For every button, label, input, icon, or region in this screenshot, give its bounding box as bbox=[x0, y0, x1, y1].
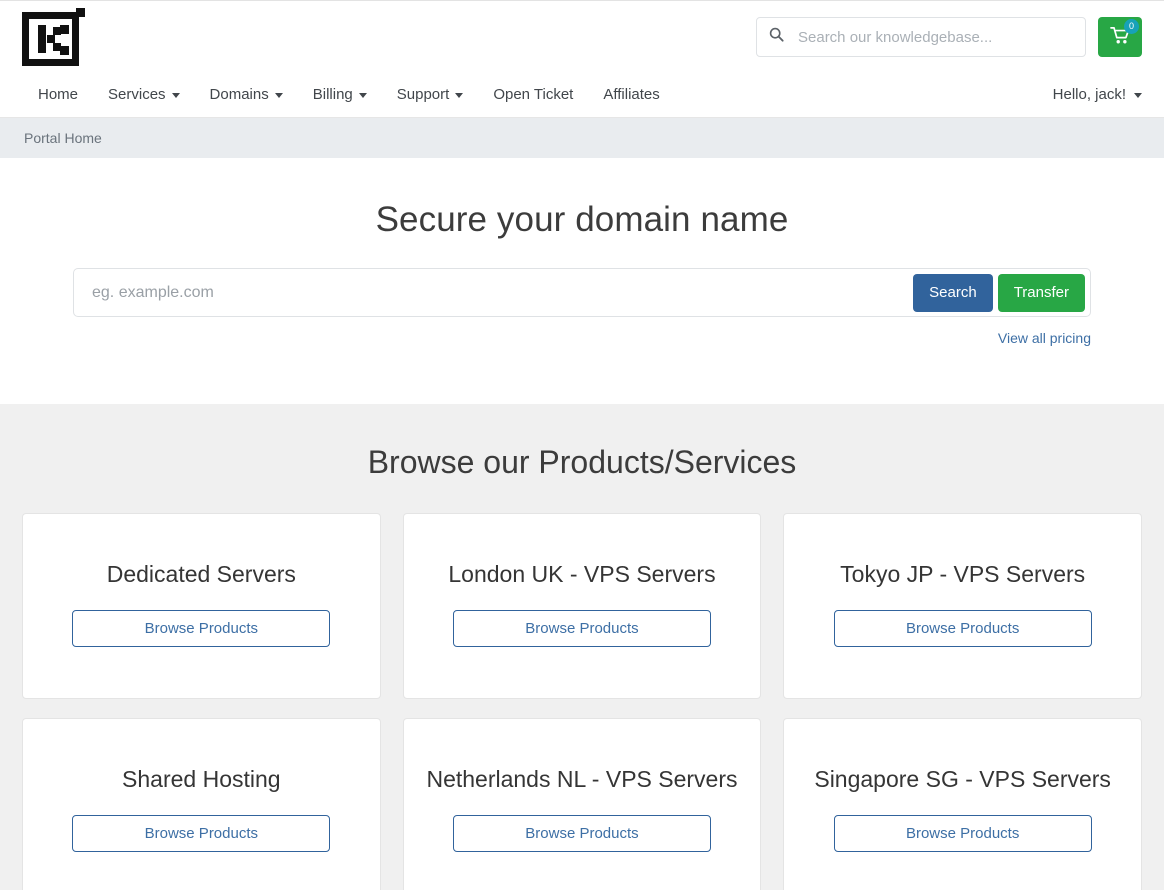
logo-corner-dot bbox=[76, 8, 85, 17]
pricing-row: View all pricing bbox=[73, 330, 1091, 348]
main-navigation: Home Services Domains Billing Support Op… bbox=[0, 72, 1164, 118]
domain-transfer-button[interactable]: Transfer bbox=[997, 273, 1085, 312]
nav-item-label: Affiliates bbox=[603, 86, 660, 103]
product-card[interactable]: London UK - VPS Servers Browse Products bbox=[402, 513, 762, 699]
view-all-pricing-link[interactable]: View all pricing bbox=[998, 330, 1091, 346]
nav-item-support[interactable]: Support bbox=[382, 86, 479, 103]
products-section: Browse our Products/Services Dedicated S… bbox=[0, 404, 1164, 890]
product-card-title: London UK - VPS Servers bbox=[448, 561, 716, 587]
chevron-down-icon bbox=[274, 93, 283, 98]
product-card-title: Shared Hosting bbox=[122, 766, 281, 792]
search-icon bbox=[769, 27, 796, 47]
nav-item-services[interactable]: Services bbox=[93, 86, 195, 103]
logo-block-4 bbox=[60, 25, 69, 34]
product-card-title: Dedicated Servers bbox=[106, 561, 296, 587]
domain-search-section: Secure your domain name Search Transfer … bbox=[0, 158, 1164, 404]
nav-items: Home Services Domains Billing Support Op… bbox=[22, 86, 675, 103]
brand-logo[interactable] bbox=[22, 8, 85, 66]
nav-item-label: Domains bbox=[209, 86, 269, 103]
product-card-title: Singapore SG - VPS Servers bbox=[814, 766, 1111, 792]
browse-products-button[interactable]: Browse Products bbox=[452, 815, 711, 853]
browse-products-button[interactable]: Browse Products bbox=[833, 610, 1092, 648]
product-card[interactable]: Shared Hosting Browse Products bbox=[22, 718, 381, 890]
nav-item-label: Support bbox=[396, 86, 450, 103]
chevron-down-icon bbox=[358, 93, 367, 98]
nav-item-label: Home bbox=[38, 86, 79, 103]
cart-count-badge: 0 bbox=[1124, 19, 1139, 34]
browse-products-button[interactable]: Browse Products bbox=[833, 815, 1092, 853]
top-bar-right: 0 bbox=[756, 17, 1142, 57]
domain-search-form: Search Transfer bbox=[73, 268, 1091, 317]
nav-item-home[interactable]: Home bbox=[22, 86, 93, 103]
logo-block-2 bbox=[47, 35, 55, 43]
product-card[interactable]: Netherlands NL - VPS Servers Browse Prod… bbox=[402, 718, 762, 890]
nav-item-domains[interactable]: Domains bbox=[195, 86, 298, 103]
domain-search-button[interactable]: Search bbox=[913, 273, 993, 312]
products-title: Browse our Products/Services bbox=[367, 444, 797, 480]
page-root: 0 Home Services Domains Billing Support bbox=[0, 0, 1164, 890]
browse-products-button[interactable]: Browse Products bbox=[72, 610, 331, 648]
browse-products-button[interactable]: Browse Products bbox=[72, 815, 331, 853]
chevron-down-icon bbox=[171, 93, 180, 98]
nav-item-label: Services bbox=[108, 86, 166, 103]
page-title: Secure your domain name bbox=[375, 200, 789, 239]
nav-item-open-ticket[interactable]: Open Ticket bbox=[478, 86, 588, 103]
product-card[interactable]: Dedicated Servers Browse Products bbox=[22, 513, 381, 699]
browse-products-button[interactable]: Browse Products bbox=[452, 610, 711, 648]
nav-item-label: Billing bbox=[312, 86, 353, 103]
logo-block-5 bbox=[60, 46, 69, 55]
user-menu[interactable]: Hello, jack! bbox=[1053, 86, 1142, 103]
top-bar: 0 bbox=[0, 0, 1164, 72]
product-card-title: Netherlands NL - VPS Servers bbox=[426, 766, 738, 792]
nav-item-billing[interactable]: Billing bbox=[298, 86, 382, 103]
logo-vertical-bar bbox=[38, 25, 46, 53]
domain-input[interactable] bbox=[74, 269, 914, 316]
chevron-down-icon bbox=[455, 93, 464, 98]
breadcrumb-item-portal-home[interactable]: Portal Home bbox=[24, 130, 102, 146]
knowledgebase-search[interactable] bbox=[756, 17, 1086, 57]
product-card-title: Tokyo JP - VPS Servers bbox=[840, 561, 1086, 587]
search-input[interactable] bbox=[796, 27, 1073, 47]
cart-button[interactable]: 0 bbox=[1098, 17, 1142, 57]
breadcrumb: Portal Home bbox=[0, 118, 1164, 158]
product-card[interactable]: Tokyo JP - VPS Servers Browse Products bbox=[783, 513, 1142, 699]
product-card[interactable]: Singapore SG - VPS Servers Browse Produc… bbox=[783, 718, 1142, 890]
nav-item-label: Open Ticket bbox=[493, 86, 574, 103]
user-greeting-label: Hello, jack! bbox=[1052, 86, 1126, 103]
product-card-grid: Dedicated Servers Browse Products London… bbox=[22, 513, 1142, 890]
chevron-down-icon bbox=[1134, 93, 1142, 98]
nav-item-affiliates[interactable]: Affiliates bbox=[588, 86, 674, 103]
